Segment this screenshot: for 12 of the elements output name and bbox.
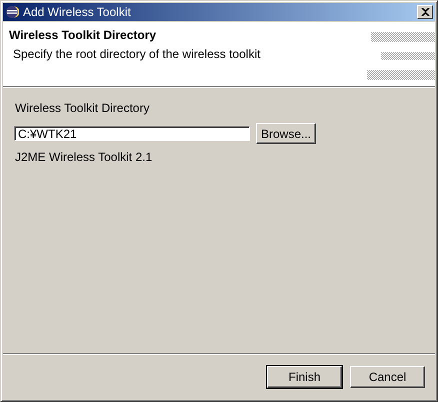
- close-button[interactable]: [417, 5, 433, 19]
- page-title: Wireless Toolkit Directory: [9, 28, 158, 42]
- window-title: Add Wireless Toolkit: [23, 5, 132, 19]
- cancel-button[interactable]: Cancel: [350, 366, 425, 388]
- finish-button[interactable]: Finish: [267, 366, 342, 388]
- eclipse-icon: [5, 5, 19, 19]
- close-icon: [420, 8, 430, 16]
- toolkit-name: J2ME Wireless Toolkit 2.1: [15, 150, 154, 164]
- directory-field[interactable]: C:¥WTK21: [14, 126, 250, 141]
- browse-button[interactable]: Browse...: [256, 123, 316, 144]
- page-description: Specify the root directory of the wireless toolkit: [13, 47, 262, 61]
- field-label: Wireless Toolkit Directory: [15, 101, 150, 115]
